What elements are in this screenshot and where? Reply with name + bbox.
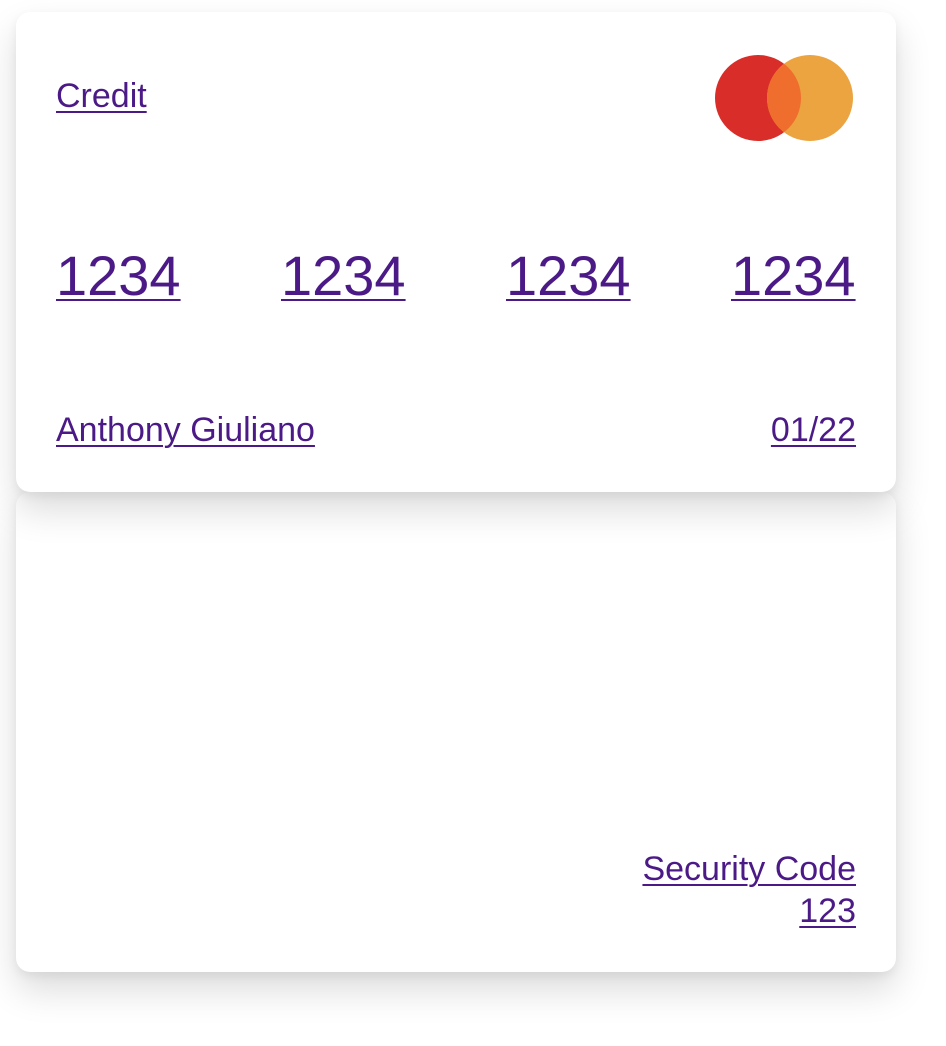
card-number-group-2[interactable]: 1234 (281, 244, 406, 308)
card-type-link[interactable]: Credit (56, 76, 147, 116)
card-back: Security Code 123 (16, 492, 896, 972)
security-code-value-link[interactable]: 123 (642, 890, 856, 932)
card-holder-name-link[interactable]: Anthony Giuliano (56, 410, 315, 450)
card-front: Credit 1234 1234 1234 1234 Anthony Giuli… (16, 12, 896, 492)
card-preview: Credit 1234 1234 1234 1234 Anthony Giuli… (0, 0, 946, 1046)
card-number-group-3[interactable]: 1234 (506, 244, 631, 308)
card-number-group-1[interactable]: 1234 (56, 244, 181, 308)
mastercard-logo-icon (715, 55, 853, 141)
card-expiry-link[interactable]: 01/22 (771, 410, 856, 450)
card-number-group-4[interactable]: 1234 (731, 244, 856, 308)
security-code-label-link[interactable]: Security Code (642, 848, 856, 890)
security-code-block: Security Code 123 (642, 848, 856, 932)
